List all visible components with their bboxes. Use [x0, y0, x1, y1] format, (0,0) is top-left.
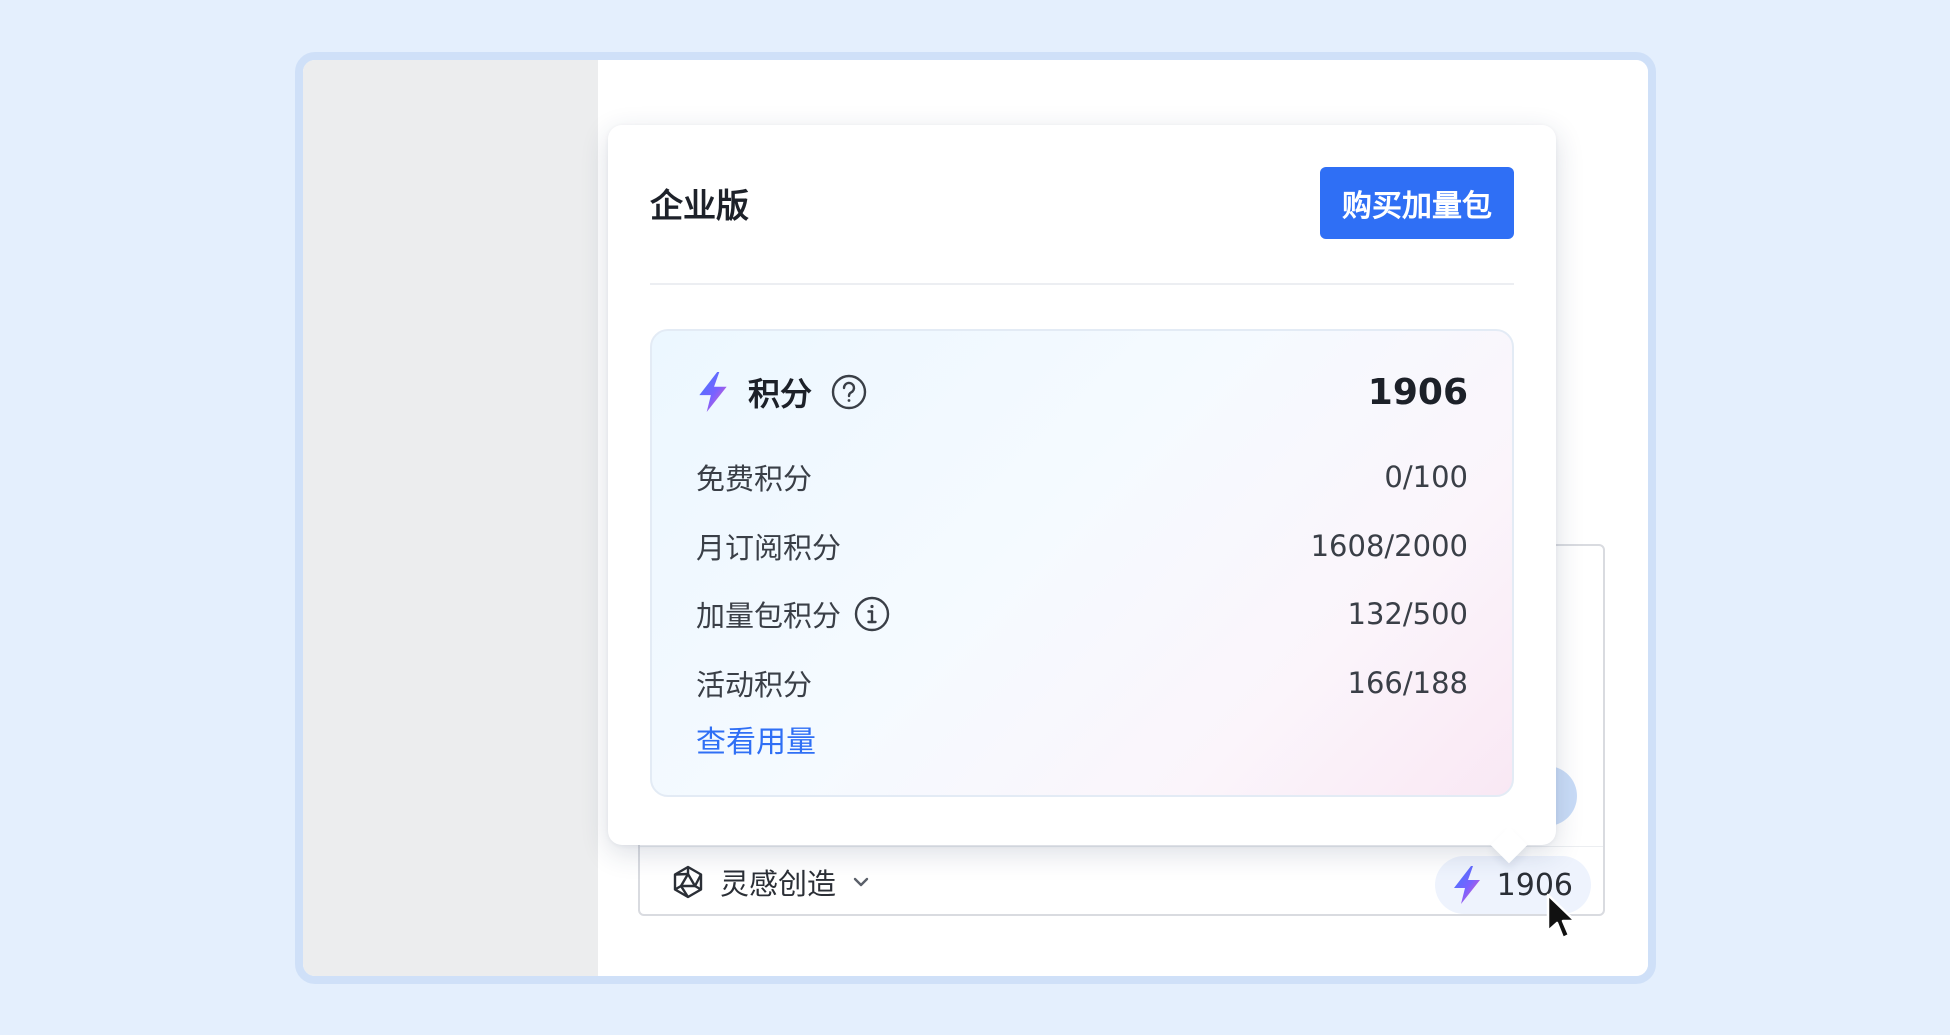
credit-row-label: 加量包积分 [696, 599, 842, 634]
credits-card: 积分 1906 免费积分 0/100 月订阅积分 1608/2000 加量包积分… [650, 329, 1514, 797]
buy-addon-button[interactable]: 购买加量包 [1320, 167, 1514, 239]
chevron-down-icon [850, 871, 872, 893]
credit-row-value: 0/100 [1384, 460, 1468, 495]
plan-name: 企业版 [650, 186, 749, 225]
help-icon[interactable] [830, 373, 868, 411]
info-icon[interactable] [853, 595, 891, 633]
credit-row-value: 166/188 [1347, 665, 1468, 700]
credit-row-addon: 加量包积分 132/500 [696, 580, 1468, 649]
credit-row-free: 免费积分 0/100 [696, 443, 1468, 512]
credits-popover: 企业版 购买加量包 积分 1906 免费积分 0/100 月订阅积分 1608/… [608, 125, 1556, 864]
credit-row-value: 1608/2000 [1310, 528, 1468, 563]
sidebar [303, 60, 598, 976]
credit-row-value: 132/500 [1347, 597, 1468, 632]
credits-total: 1906 [1367, 371, 1468, 413]
polyhedron-icon [670, 864, 706, 900]
credits-card-header: 积分 1906 [696, 367, 1468, 417]
composer-divider [640, 846, 1603, 847]
credit-row-monthly: 月订阅积分 1608/2000 [696, 512, 1468, 581]
credit-row-label: 月订阅积分 [696, 530, 842, 565]
credits-title: 积分 [748, 375, 813, 413]
credit-row-label: 免费积分 [696, 462, 813, 497]
bolt-icon [696, 371, 730, 413]
mouse-cursor-icon [1545, 893, 1579, 947]
bolt-icon [1451, 865, 1483, 905]
view-usage-link[interactable]: 查看用量 [696, 717, 816, 761]
credit-row-label: 活动积分 [696, 667, 813, 702]
credits-breakdown: 免费积分 0/100 月订阅积分 1608/2000 加量包积分 132/500… [696, 443, 1468, 717]
popover-header: 企业版 购买加量包 [650, 167, 1514, 239]
credit-row-event: 活动积分 166/188 [696, 649, 1468, 718]
mode-selector[interactable]: 灵感创造 [670, 862, 872, 902]
popover-divider [650, 283, 1514, 285]
mode-label: 灵感创造 [720, 867, 837, 901]
